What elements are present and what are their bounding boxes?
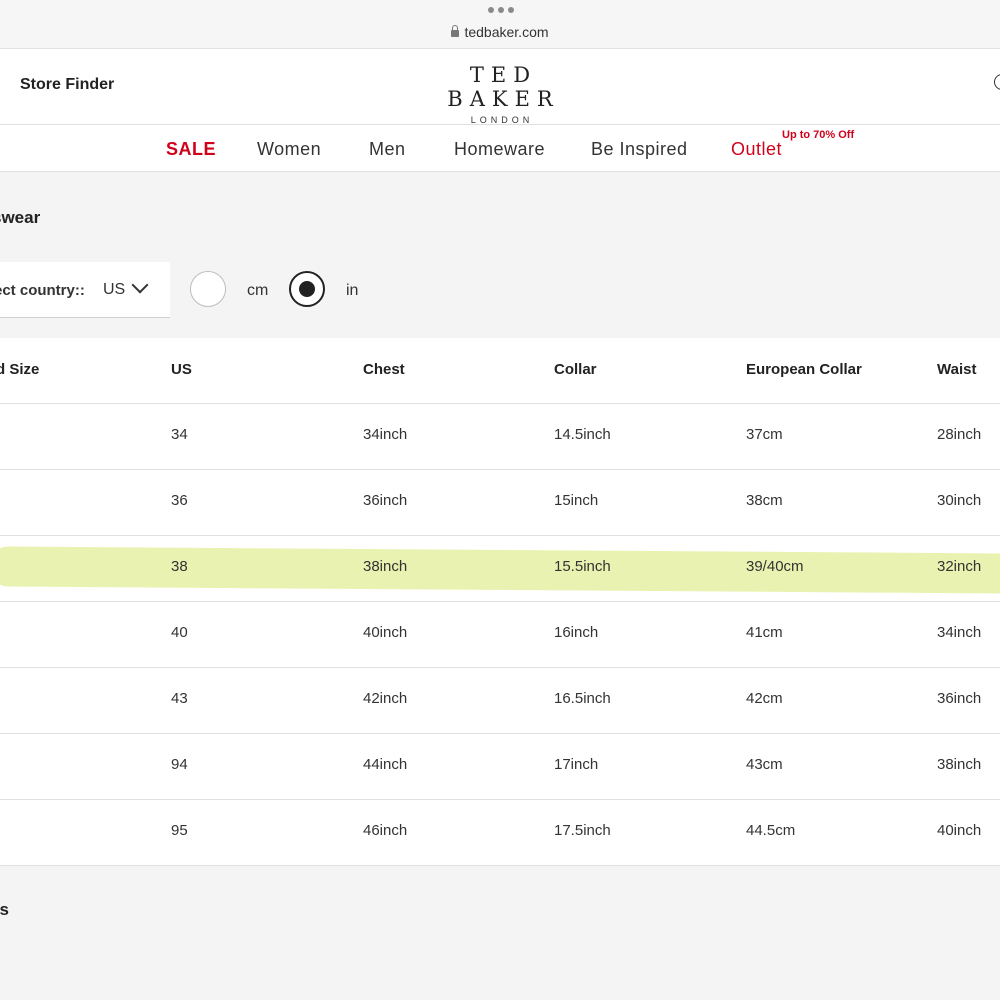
country-value: US: [103, 281, 126, 298]
table-cell: 38inch: [363, 558, 408, 575]
table-cell: 94: [171, 756, 188, 773]
unit-label-cm: cm: [247, 282, 269, 299]
table-row: 94 44inch 17inch 43cm 38inch: [0, 734, 1000, 800]
main-nav: SALE Women Men Homeware Be Inspired Outl…: [0, 125, 1000, 172]
table-row: 36 36inch 15inch 38cm 30inch: [0, 470, 1000, 536]
table-cell: 43: [171, 690, 188, 707]
table-cell: 36inch: [363, 492, 408, 509]
section-title: swear: [0, 208, 41, 227]
table-cell: 34inch: [363, 426, 408, 443]
nav-item-homeware[interactable]: Homeware: [454, 139, 545, 160]
table-row: 34 34inch 14.5inch 37cm 28inch: [0, 404, 1000, 470]
table-cell: 95: [171, 822, 188, 839]
table-header: d Size: [0, 361, 40, 378]
table-cell: 17inch: [554, 756, 599, 773]
country-label: ect country::: [0, 282, 85, 299]
url-bar[interactable]: tedbaker.com: [0, 24, 1000, 40]
search-icon[interactable]: [994, 74, 1000, 90]
table-cell: 30inch: [937, 492, 982, 509]
unit-radio-in[interactable]: [289, 271, 325, 307]
table-cell: 44.5cm: [746, 822, 796, 839]
table-row: 95 46inch 17.5inch 44.5cm 40inch: [0, 800, 1000, 866]
table-cell: 39/40cm: [746, 558, 804, 575]
nav-item-be-inspired[interactable]: Be Inspired: [591, 139, 688, 160]
size-table: d Size US Chest Collar European Collar W…: [0, 338, 1000, 866]
logo-sub-text: LONDON: [470, 115, 534, 125]
table-cell: 36inch: [937, 690, 982, 707]
table-cell: 34: [171, 426, 188, 443]
nav-item-women[interactable]: Women: [257, 139, 321, 160]
table-cell: 14.5inch: [554, 426, 611, 443]
nav-item-outlet[interactable]: Outlet: [731, 139, 782, 160]
url-text: tedbaker.com: [464, 24, 549, 40]
table-cell: 16inch: [554, 624, 599, 641]
table-cell: 17.5inch: [554, 822, 611, 839]
table-cell: 16.5inch: [554, 690, 611, 707]
table-cell: 37cm: [746, 426, 783, 443]
table-cell: 36: [171, 492, 188, 509]
store-finder-link[interactable]: Store Finder: [20, 76, 114, 94]
table-cell: 40: [171, 624, 188, 641]
outlet-badge: Up to 70% Off: [782, 129, 855, 141]
table-cell: 38cm: [746, 492, 783, 509]
country-select[interactable]: ect country:: US: [0, 262, 170, 318]
table-row: 40 40inch 16inch 41cm 34inch: [0, 602, 1000, 668]
table-cell: 46inch: [363, 822, 408, 839]
table-header: Waist: [937, 361, 977, 378]
nav-item-men[interactable]: Men: [369, 139, 406, 160]
table-cell: 28inch: [937, 426, 982, 443]
table-cell: 38: [171, 558, 188, 575]
logo-main-text: TED BAKER: [447, 63, 560, 111]
radio-selected-dot: [299, 281, 315, 297]
table-header: US: [171, 361, 192, 378]
lock-icon: [451, 25, 460, 37]
table-cell: 38inch: [937, 756, 982, 773]
table-header-row: d Size US Chest Collar European Collar W…: [0, 338, 1000, 404]
table-cell: 44inch: [363, 756, 408, 773]
browser-bar: tedbaker.com: [0, 0, 1000, 49]
table-row: 43 42inch 16.5inch 42cm 36inch: [0, 668, 1000, 734]
table-cell: 15.5inch: [554, 558, 611, 575]
unit-radio-cm[interactable]: [190, 271, 226, 307]
table-header: Collar: [554, 361, 597, 378]
table-header: European Collar: [746, 361, 862, 378]
table-cell: 40inch: [363, 624, 408, 641]
table-row: 38 38inch 15.5inch 39/40cm 32inch: [0, 536, 1000, 602]
logo[interactable]: TED BAKER LONDON: [400, 63, 600, 125]
table-cell: 42cm: [746, 690, 783, 707]
table-cell: 42inch: [363, 690, 408, 707]
table-cell: 40inch: [937, 822, 982, 839]
table-header: Chest: [363, 361, 405, 378]
table-cell: 32inch: [937, 558, 982, 575]
chevron-down-icon: [131, 276, 149, 294]
table-cell: 15inch: [554, 492, 599, 509]
bottom-section-title: es: [0, 900, 9, 919]
table-cell: 34inch: [937, 624, 982, 641]
table-cell: 43cm: [746, 756, 783, 773]
nav-item-sale[interactable]: SALE: [166, 139, 216, 160]
table-cell: 41cm: [746, 624, 783, 641]
unit-label-in: in: [346, 282, 359, 299]
site-header: Store Finder TED BAKER LONDON: [0, 49, 1000, 125]
more-dots-icon[interactable]: [488, 7, 514, 13]
